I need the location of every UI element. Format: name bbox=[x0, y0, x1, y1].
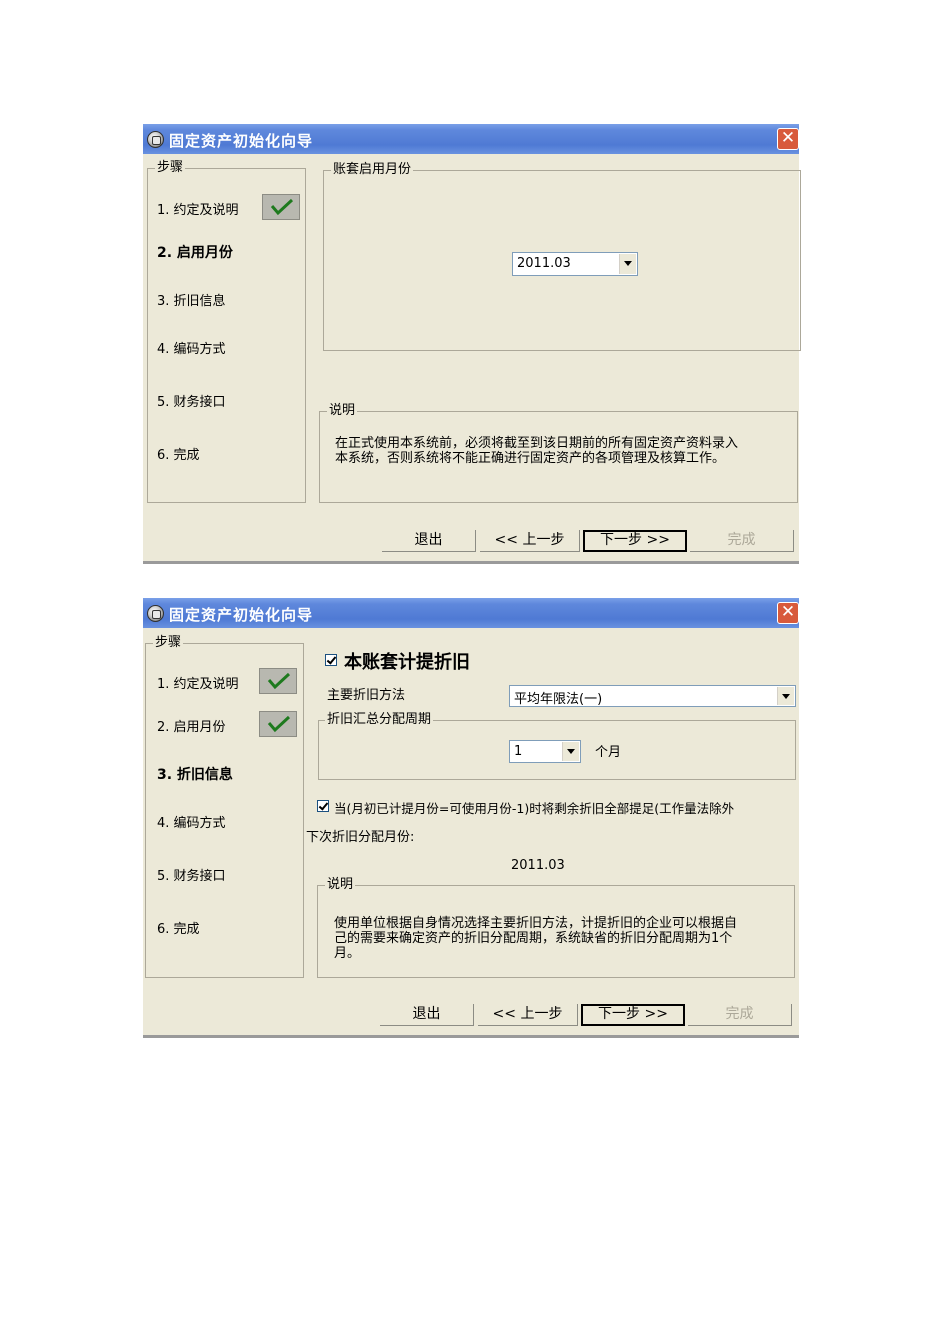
prev-button[interactable]: << 上一步 bbox=[480, 530, 580, 552]
step-6: 6. 完成 bbox=[157, 448, 200, 463]
next-button[interactable]: 下一步 >> bbox=[581, 1004, 685, 1026]
chevron-down-icon[interactable] bbox=[562, 742, 579, 761]
chevron-down-icon[interactable] bbox=[619, 254, 636, 274]
step-4: 4. 编码方式 bbox=[157, 342, 226, 357]
step-6: 6. 完成 bbox=[157, 922, 200, 937]
check-icon bbox=[262, 194, 300, 220]
depreciation-checkbox[interactable] bbox=[325, 654, 337, 666]
period-select[interactable]: 1 bbox=[509, 740, 581, 763]
exit-button[interactable]: 退出 bbox=[382, 530, 476, 552]
finish-button[interactable]: 完成 bbox=[690, 530, 794, 552]
step-2: 2. 启用月份 bbox=[157, 245, 233, 261]
next-alloc-value: 2011.03 bbox=[511, 858, 565, 873]
step-4: 4. 编码方式 bbox=[157, 816, 226, 831]
month-value: 2011.03 bbox=[517, 256, 571, 271]
step-1: 1. 约定及说明 bbox=[157, 203, 239, 218]
chevron-down-icon[interactable] bbox=[777, 687, 794, 705]
period-unit: 个月 bbox=[595, 745, 622, 760]
desc-line-2: 己的需要来确定资产的折旧分配周期，系统缺省的折旧分配周期为1个 bbox=[334, 931, 733, 946]
app-icon bbox=[147, 131, 164, 148]
step-3: 3. 折旧信息 bbox=[157, 294, 226, 309]
title-bar[interactable]: 固定资产初始化向导 ✕ bbox=[143, 124, 799, 154]
step-3: 3. 折旧信息 bbox=[157, 767, 233, 783]
steps-legend: 步骤 bbox=[153, 635, 184, 650]
finish-button[interactable]: 完成 bbox=[688, 1004, 792, 1026]
step-1: 1. 约定及说明 bbox=[157, 677, 239, 692]
window-title: 固定资产初始化向导 bbox=[169, 132, 314, 150]
depreciation-checkbox-label: 本账套计提折旧 bbox=[344, 652, 470, 673]
close-icon[interactable]: ✕ bbox=[777, 128, 799, 150]
method-value: 平均年限法(一) bbox=[514, 692, 603, 707]
full-depreciation-checkbox[interactable] bbox=[317, 800, 329, 812]
window-title: 固定资产初始化向导 bbox=[169, 606, 314, 624]
step-5: 5. 财务接口 bbox=[157, 395, 226, 410]
desc-line-2: 本系统，否则系统将不能正确进行固定资产的各项管理及核算工作。 bbox=[335, 451, 726, 466]
app-icon bbox=[147, 605, 164, 622]
full-depreciation-label: 当(月初已计提月份=可使用月份-1)时将剩余折旧全部提足(工作量法除外 bbox=[334, 801, 735, 816]
steps-legend: 步骤 bbox=[155, 160, 186, 175]
desc-legend: 说明 bbox=[325, 877, 356, 892]
wizard-dialog-depreciation: 固定资产初始化向导 ✕ 步骤 1. 约定及说明 2. 启用月份 3. 折旧信息 … bbox=[143, 598, 799, 1038]
step-5: 5. 财务接口 bbox=[157, 869, 226, 884]
close-icon[interactable]: ✕ bbox=[777, 602, 799, 624]
step-2: 2. 启用月份 bbox=[157, 720, 226, 735]
desc-line-3: 月。 bbox=[334, 946, 361, 961]
title-bar[interactable]: 固定资产初始化向导 ✕ bbox=[143, 598, 799, 628]
month-select[interactable]: 2011.03 bbox=[512, 252, 638, 276]
method-label: 主要折旧方法 bbox=[327, 688, 406, 703]
check-icon bbox=[259, 711, 297, 737]
month-legend: 账套启用月份 bbox=[331, 162, 414, 177]
desc-line-1: 在正式使用本系统前，必须将截至到该日期前的所有固定资产资料录入 bbox=[335, 436, 739, 451]
next-button[interactable]: 下一步 >> bbox=[583, 530, 687, 552]
next-alloc-label: 下次折旧分配月份: bbox=[306, 830, 415, 845]
method-select[interactable]: 平均年限法(一) bbox=[509, 685, 796, 707]
bottom-edge bbox=[143, 561, 799, 564]
exit-button[interactable]: 退出 bbox=[380, 1004, 474, 1026]
prev-button[interactable]: << 上一步 bbox=[478, 1004, 578, 1026]
check-icon bbox=[259, 668, 297, 694]
period-value: 1 bbox=[514, 744, 523, 759]
wizard-dialog-month: 固定资产初始化向导 ✕ 步骤 1. 约定及说明 2. 启用月份 3. 折旧信息 … bbox=[143, 124, 801, 564]
period-legend: 折旧汇总分配周期 bbox=[325, 712, 434, 727]
bottom-edge bbox=[143, 1035, 799, 1038]
desc-legend: 说明 bbox=[327, 403, 358, 418]
desc-line-1: 使用单位根据自身情况选择主要折旧方法，计提折旧的企业可以根据自 bbox=[334, 916, 738, 931]
